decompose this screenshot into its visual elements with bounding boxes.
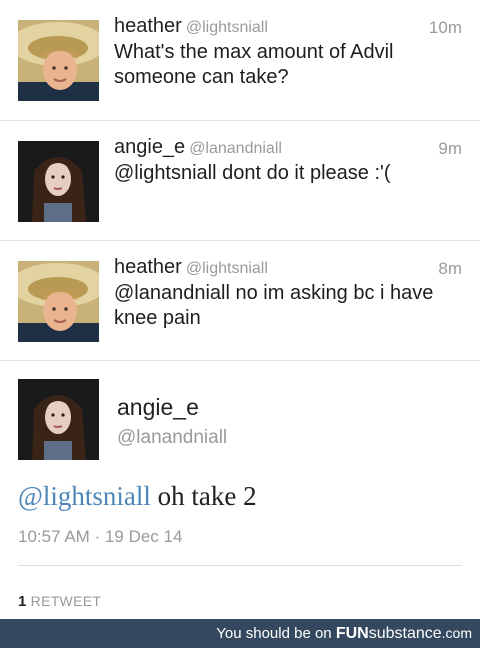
detail-author-handle[interactable]: @lanandniall — [117, 427, 227, 449]
detail-text-body: oh take 2 — [150, 481, 257, 511]
tweet-item[interactable]: angie_e @lanandniall 9m @lightsniall dont… — [0, 121, 480, 241]
tweet-text: @lanandniall no im asking bc i have knee… — [114, 282, 434, 329]
author-handle[interactable]: @lightsniall — [186, 260, 268, 277]
tweet-text: @lightsniall dont do it please :'( — [114, 162, 391, 184]
author-handle[interactable]: @lightsniall — [186, 19, 268, 36]
blonde-boy-with-hat-icon — [18, 261, 99, 342]
tweet-time: 8m — [438, 259, 462, 278]
author-name[interactable]: heather — [114, 256, 182, 278]
watermark-banner: You should be on FUNsubstance.com — [0, 619, 480, 648]
divider — [18, 565, 462, 566]
tweet-item[interactable]: heather @lightsniall 10m What's the max a… — [0, 0, 480, 121]
tweet-author: heather @lightsniall — [114, 15, 268, 38]
watermark-suffix: .com — [441, 625, 472, 641]
detail-tweet-text: @lightsniall oh take 2 — [18, 481, 257, 512]
retweet-stats[interactable]: 1 RETWEET — [18, 593, 101, 610]
tweet-time: 10m — [428, 18, 462, 37]
tweet-author: angie_e @lanandniall — [114, 136, 282, 159]
tweet-author: heather @lightsniall — [114, 256, 268, 279]
watermark-brand-bold: FUN — [335, 625, 369, 642]
dark-haired-woman-icon — [18, 379, 99, 460]
retweet-label: RETWEET — [30, 593, 102, 609]
retweet-count: 1 — [18, 593, 27, 610]
tweet-time: 9m — [438, 139, 462, 158]
tweet-item[interactable]: heather @lightsniall 8m @lanandniall no i… — [0, 241, 480, 361]
detail-avatar[interactable] — [18, 379, 99, 460]
blonde-boy-with-hat-icon — [18, 20, 99, 101]
watermark-prefix: You should be on — [216, 625, 336, 642]
tweet-text: What's the max amount of Advil someone c… — [114, 41, 394, 88]
author-name[interactable]: angie_e — [114, 136, 185, 158]
watermark-text: You should be on FUNsubstance.com — [216, 625, 472, 643]
detail-author-name[interactable]: angie_e — [117, 394, 199, 421]
author-handle[interactable]: @lanandniall — [189, 140, 282, 157]
detail-timestamp: 10:57 AM · 19 Dec 14 — [18, 527, 183, 546]
avatar[interactable] — [18, 20, 99, 101]
watermark-brand-rest: substance — [368, 625, 442, 642]
mention-link[interactable]: @lightsniall — [18, 481, 151, 511]
avatar[interactable] — [18, 261, 99, 342]
author-name[interactable]: heather — [114, 15, 182, 37]
dark-haired-woman-icon — [18, 141, 99, 222]
avatar[interactable] — [18, 141, 99, 222]
